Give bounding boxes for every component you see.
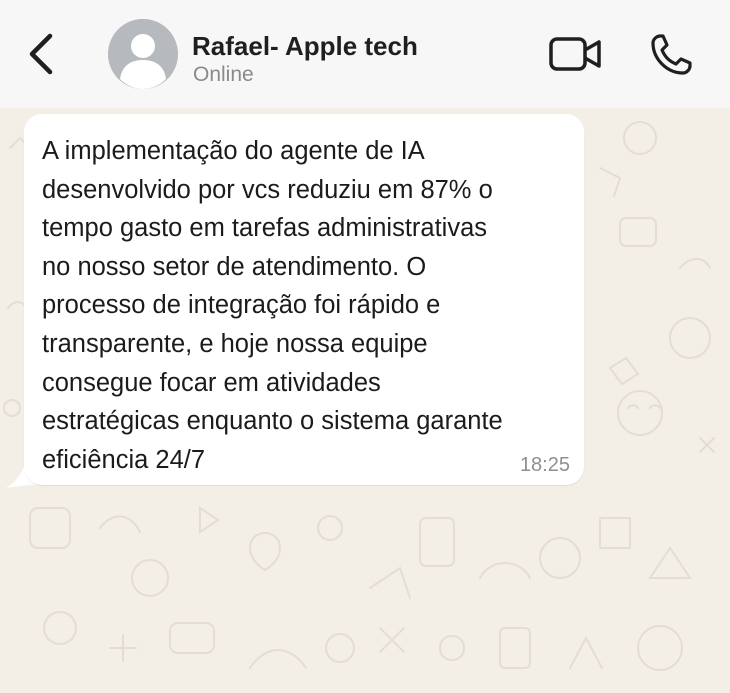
user-avatar-icon	[108, 19, 178, 89]
voice-call-button[interactable]	[648, 32, 694, 78]
message-line: tempo gasto em tarefas administrativas	[42, 214, 488, 243]
phone-icon	[651, 34, 692, 75]
video-camera-icon	[549, 37, 601, 71]
message-line: no nosso setor de atendimento. O	[42, 252, 427, 281]
message-timestamp: 18:25	[519, 454, 570, 476]
message-line: processo de integração foi rápido e	[42, 291, 441, 320]
message-line: transparente, e hoje nossa equipe	[42, 329, 428, 358]
message-line: A implementação do agente de IA	[42, 137, 425, 165]
chat-area[interactable]: A implementação do agente de IA desenvol…	[0, 108, 730, 693]
message-text: A implementação do agente de IA desenvol…	[42, 132, 572, 479]
avatar[interactable]	[108, 19, 178, 89]
message-line: estratégicas enquanto o sistema garante	[42, 407, 503, 436]
contact-status: Online	[193, 63, 254, 86]
chat-header: Rafael- Apple tech Online	[0, 0, 730, 108]
message-line: desenvolvido por vcs reduziu em 87% o	[42, 175, 493, 204]
message-line: consegue focar em atividades	[42, 368, 381, 397]
incoming-message-bubble[interactable]: A implementação do agente de IA desenvol…	[24, 114, 584, 485]
message-line: eficiência 24/7	[42, 445, 206, 474]
video-call-button[interactable]	[548, 34, 604, 74]
back-button[interactable]	[22, 28, 62, 80]
chevron-left-icon	[29, 33, 53, 75]
contact-name[interactable]: Rafael- Apple tech	[192, 31, 418, 62]
